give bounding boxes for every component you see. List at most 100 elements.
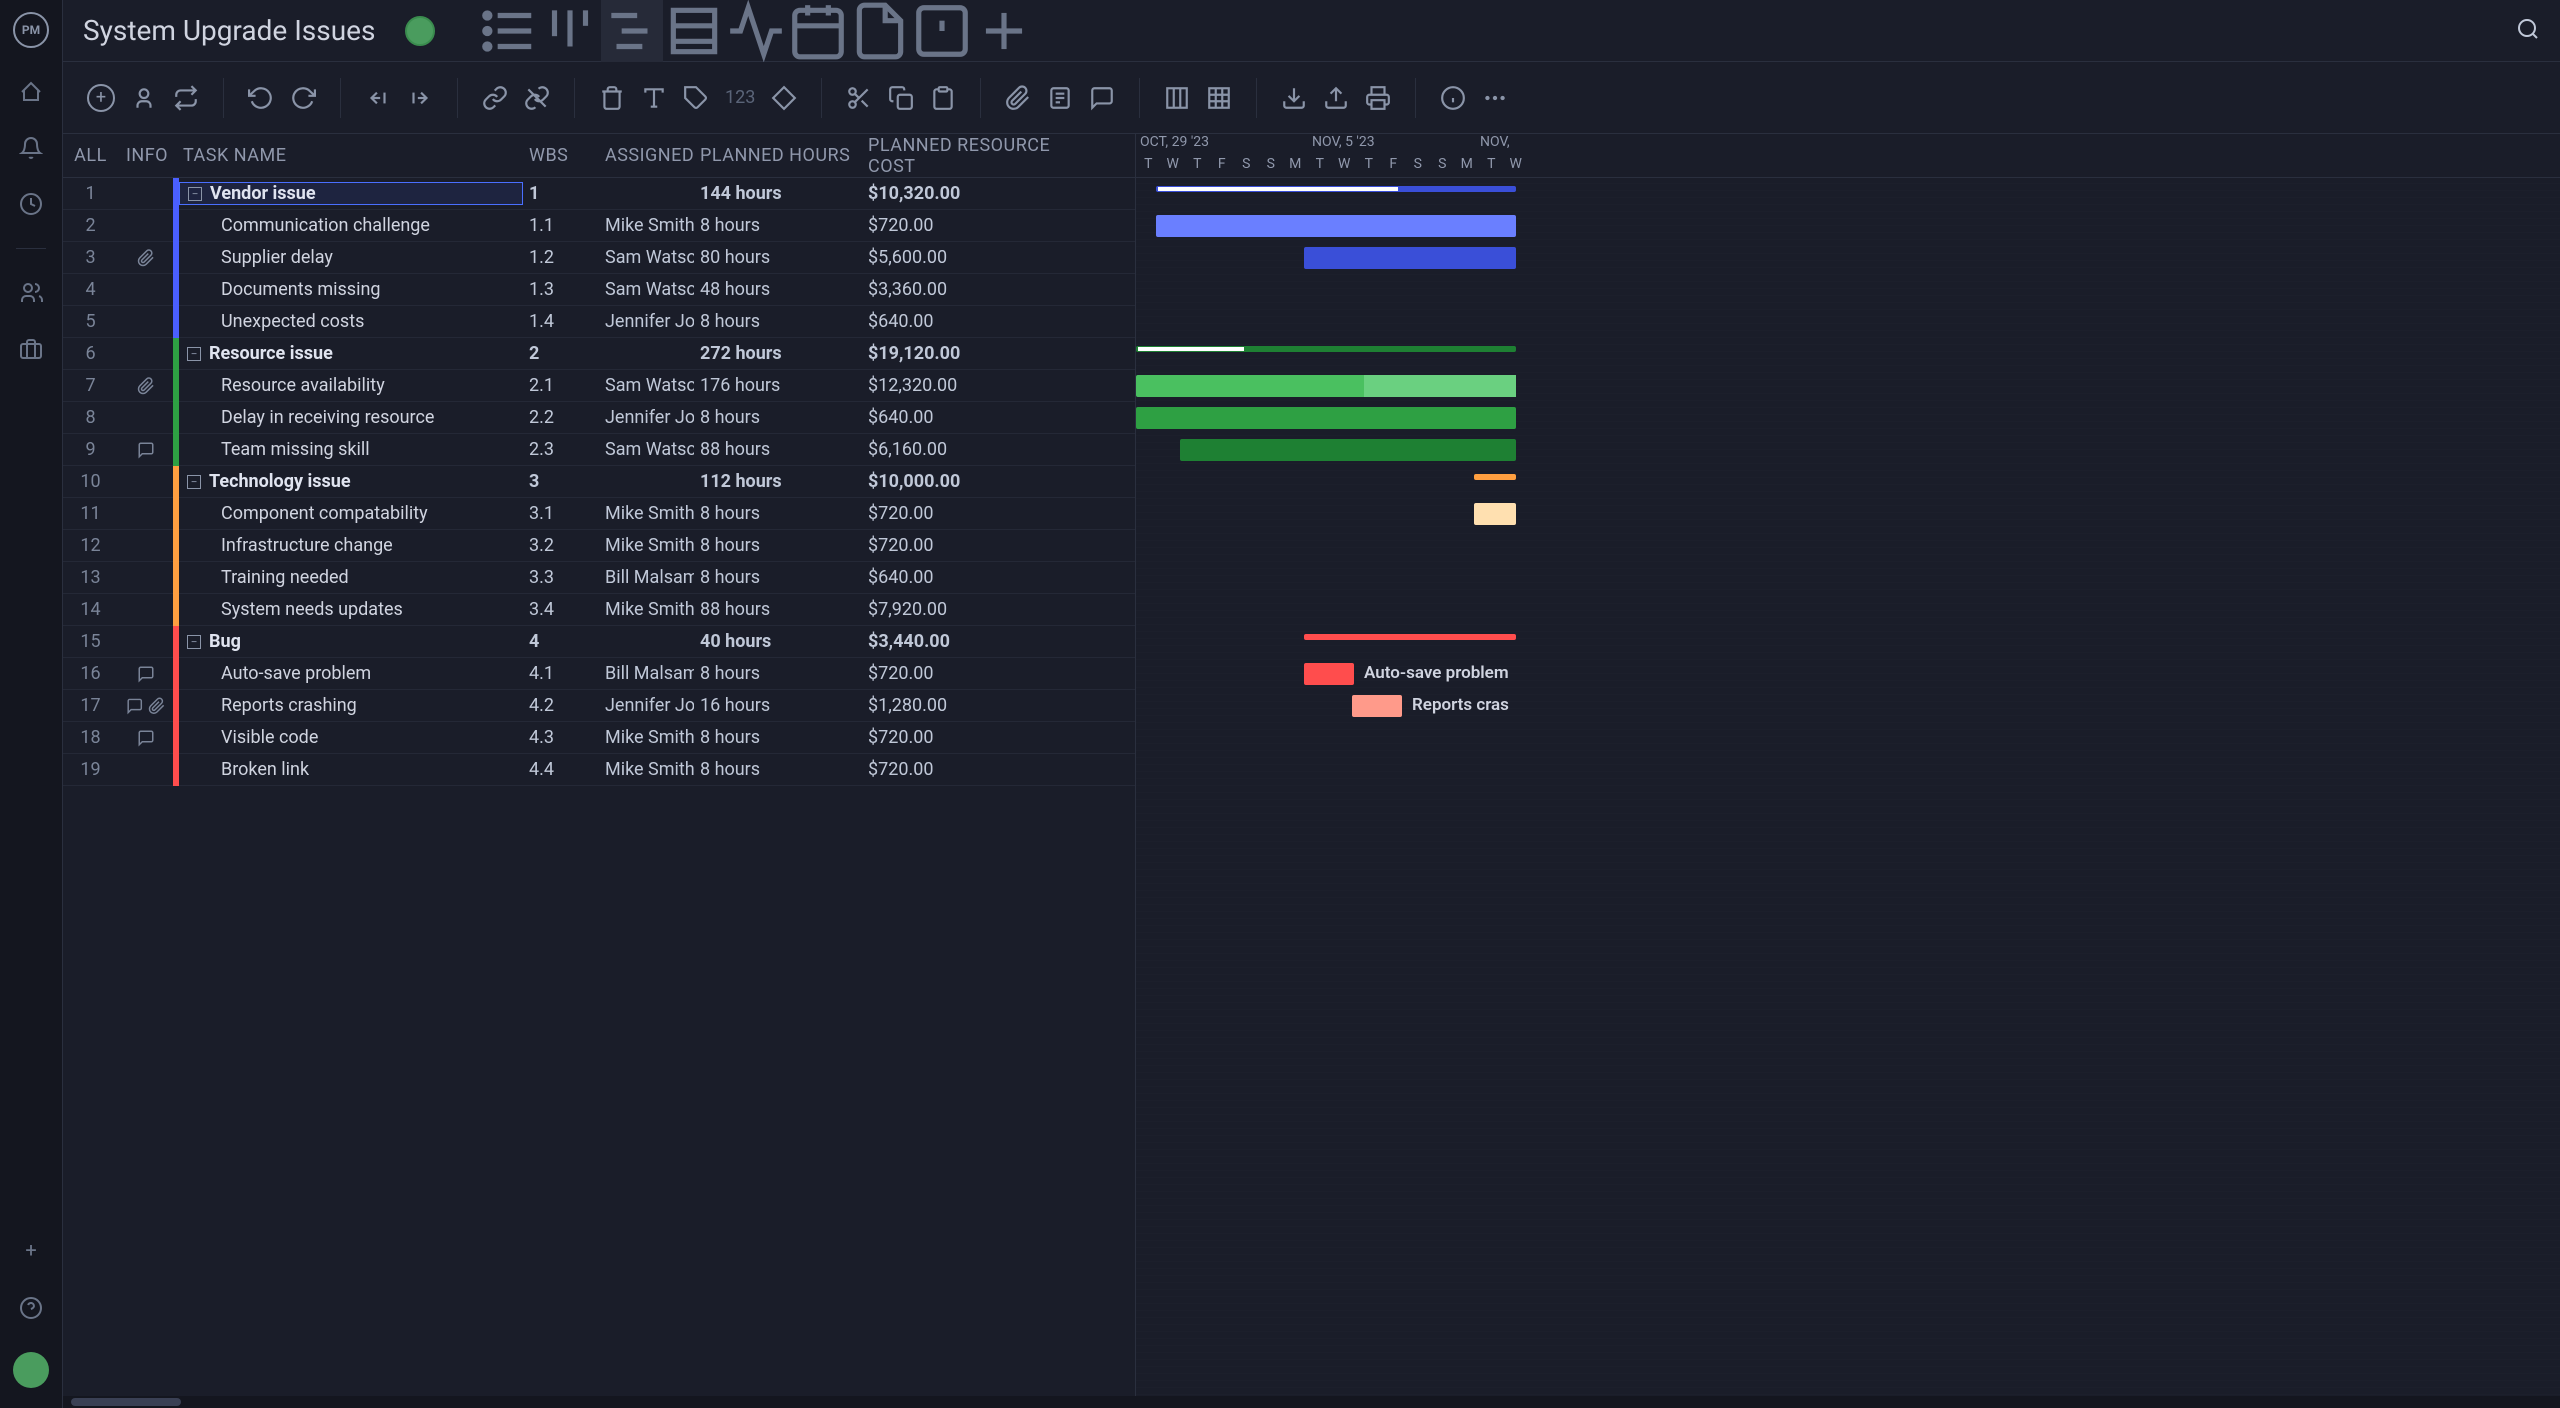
day-header: T [1479,156,1504,172]
table-row[interactable]: 13 Training needed 3.3 Bill Malsam, 8 ho… [63,562,1135,594]
app-logo[interactable]: PM [13,12,49,48]
comment-icon[interactable] [1089,85,1115,111]
paste-icon[interactable] [930,85,956,111]
unlink-icon[interactable] [524,85,550,111]
collapse-toggle[interactable]: − [187,635,201,649]
col-header-info[interactable]: INFO [118,145,173,166]
col-header-assigned[interactable]: ASSIGNED [599,145,694,166]
delete-icon[interactable] [599,85,625,111]
gantt-bar[interactable] [1156,215,1516,237]
view-gantt-icon[interactable] [601,0,663,62]
table-row[interactable]: 1 −Vendor issue 1 144 hours $10,320.00 [63,178,1135,210]
table-row[interactable]: 12 Infrastructure change 3.2 Mike Smith … [63,530,1135,562]
view-activity-icon[interactable] [725,0,787,62]
day-header: M [1455,156,1480,172]
import-icon[interactable] [1281,85,1307,111]
more-icon[interactable] [1482,85,1508,111]
table-row[interactable]: 4 Documents missing 1.3 Sam Watson 48 ho… [63,274,1135,306]
export-icon[interactable] [1323,85,1349,111]
undo-icon[interactable] [248,85,274,111]
redo-icon[interactable] [290,85,316,111]
text-style-icon[interactable] [641,85,667,111]
outdent-icon[interactable] [365,85,391,111]
collapse-toggle[interactable]: − [188,187,202,201]
gantt-bar[interactable] [1136,407,1516,429]
timeline-week-3: NOV, [1480,134,1510,150]
day-header: F [1210,156,1235,172]
home-icon[interactable] [19,80,43,104]
briefcase-icon[interactable] [19,337,43,361]
copy-icon[interactable] [888,85,914,111]
clock-icon[interactable] [19,192,43,216]
table-row[interactable]: 3 Supplier delay 1.2 Sam Watson 80 hours… [63,242,1135,274]
col-header-task[interactable]: TASK NAME [173,145,523,166]
view-list-icon[interactable] [477,0,539,62]
bell-icon[interactable] [19,136,43,160]
project-avatar[interactable] [405,16,435,46]
gantt-chart[interactable]: OCT, 29 '23 NOV, 5 '23 NOV, TWTFSSMTWTFS… [1136,134,2560,1408]
tag-icon[interactable] [683,85,709,111]
add-button[interactable]: + [17,1236,45,1264]
team-icon[interactable] [19,281,43,305]
gantt-bar[interactable] [1474,474,1516,480]
timeline-week-1: OCT, 29 '23 [1140,134,1209,150]
view-sheet-icon[interactable] [663,0,725,62]
diamond-icon[interactable] [771,85,797,111]
view-add-icon[interactable] [973,0,1035,62]
gantt-bar[interactable] [1136,346,1516,352]
table-row[interactable]: 11 Component compatability 3.1 Mike Smit… [63,498,1135,530]
col-header-hours[interactable]: PLANNED HOURS [694,145,862,166]
collapse-toggle[interactable]: − [187,347,201,361]
table-row[interactable]: 9 Team missing skill 2.3 Sam Watson 88 h… [63,434,1135,466]
gantt-bar[interactable]: Auto-save problem [1304,663,1354,685]
link-icon[interactable] [482,85,508,111]
table-row[interactable]: 14 System needs updates 3.4 Mike Smith 8… [63,594,1135,626]
attach-icon[interactable] [1005,85,1031,111]
table-row[interactable]: 7 Resource availability 2.1 Sam Watson 1… [63,370,1135,402]
table-row[interactable]: 16 Auto-save problem 4.1 Bill Malsam, 8 … [63,658,1135,690]
table-row[interactable]: 2 Communication challenge 1.1 Mike Smith… [63,210,1135,242]
print-icon[interactable] [1365,85,1391,111]
page-title: System Upgrade Issues [83,14,375,47]
day-header: T [1308,156,1333,172]
cut-icon[interactable] [846,85,872,111]
gantt-bar[interactable] [1304,634,1516,640]
table-row[interactable]: 15 −Bug 4 40 hours $3,440.00 [63,626,1135,658]
add-task-button[interactable]: + [87,84,115,112]
table-row[interactable]: 10 −Technology issue 3 112 hours $10,000… [63,466,1135,498]
indent-icon[interactable] [407,85,433,111]
view-alert-icon[interactable] [911,0,973,62]
columns-icon[interactable] [1164,85,1190,111]
table-row[interactable]: 6 −Resource issue 2 272 hours $19,120.00 [63,338,1135,370]
table-row[interactable]: 5 Unexpected costs 1.4 Jennifer Jon 8 ho… [63,306,1135,338]
day-header: T [1357,156,1382,172]
note-icon[interactable] [1047,85,1073,111]
gantt-bar[interactable] [1180,439,1516,461]
gantt-bar[interactable] [1304,247,1516,269]
table-row[interactable]: 18 Visible code 4.3 Mike Smith 8 hours $… [63,722,1135,754]
grid-icon[interactable] [1206,85,1232,111]
gantt-bar[interactable] [1136,375,1516,397]
table-row[interactable]: 17 Reports crashing 4.2 Jennifer Jon 16 … [63,690,1135,722]
day-header: W [1504,156,1529,172]
col-header-all[interactable]: ALL [63,145,118,166]
view-file-icon[interactable] [849,0,911,62]
info-icon[interactable] [1440,85,1466,111]
view-calendar-icon[interactable] [787,0,849,62]
user-avatar[interactable] [13,1352,49,1388]
table-row[interactable]: 8 Delay in receiving resource 2.2 Jennif… [63,402,1135,434]
horizontal-scrollbar[interactable] [63,1396,2560,1408]
col-header-cost[interactable]: PLANNED RESOURCE COST [862,135,1072,177]
gantt-bar[interactable] [1474,503,1516,525]
view-board-icon[interactable] [539,0,601,62]
collapse-toggle[interactable]: − [187,475,201,489]
table-row[interactable]: 19 Broken link 4.4 Mike Smith 8 hours $7… [63,754,1135,786]
help-icon[interactable] [19,1296,43,1320]
gantt-bar[interactable]: Reports cras [1352,695,1402,717]
transfer-icon[interactable] [173,85,199,111]
day-header: T [1136,156,1161,172]
gantt-bar[interactable] [1156,186,1516,192]
search-icon[interactable] [2516,17,2540,45]
col-header-wbs[interactable]: WBS [523,145,599,166]
assign-icon[interactable] [131,85,157,111]
